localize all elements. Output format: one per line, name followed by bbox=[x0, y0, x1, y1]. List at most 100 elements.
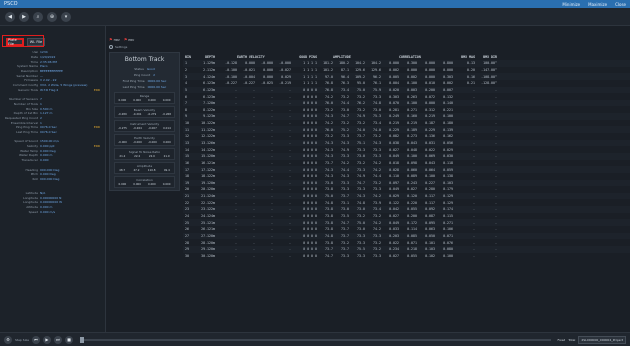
table-row[interactable]: 16 16.121m - - - - 0 0 0 0 73.7 74.2 73.2 74.2 0.01… bbox=[183, 160, 630, 167]
property-value[interactable]: 0.500 m bbox=[40, 107, 104, 111]
table-row[interactable]: 17 17.122m - - - - 0 0 0 0 74.3 74.4 73.3 74.2 0.02… bbox=[183, 166, 630, 173]
playback-settings-button[interactable]: ⚙ bbox=[4, 335, 12, 344]
skip-back-button[interactable]: ⏮ bbox=[31, 335, 40, 344]
property-value[interactable]: N/A bbox=[40, 191, 104, 195]
property-row: Ensemble Interval 1 bbox=[2, 120, 104, 125]
property-value[interactable]: 0.000 m/s bbox=[40, 210, 104, 214]
property-value[interactable]: 000.000 Deg bbox=[40, 177, 104, 181]
property-value[interactable]: W.T.R Flag 4 bbox=[40, 88, 94, 92]
column-header[interactable]: GOOD PING bbox=[291, 55, 317, 59]
dropdown-button[interactable]: ▾ bbox=[61, 11, 71, 22]
table-row[interactable]: 23 23.122m - - - - 0 0 0 0 73.8 73.0 73.0 73.4 0.04… bbox=[183, 206, 630, 213]
back-button[interactable]: ◀ bbox=[5, 11, 15, 22]
table-row[interactable]: 10 10.122m - - - - 0 0 0 0 74.2 73.2 73.2 73.4 0.21… bbox=[183, 120, 630, 127]
zoom-button[interactable]: ⊕ bbox=[47, 11, 57, 22]
property-value[interactable]: 7 bbox=[40, 97, 104, 101]
table-cell: 74.3 bbox=[325, 141, 333, 145]
flag-hrv[interactable]: ⚑ HRV bbox=[109, 37, 120, 42]
table-row[interactable]: 5 6.123m - - - - 0 0 0 0 76.8 73.4 75.0 75.9 0.020 0… bbox=[183, 86, 630, 94]
property-value[interactable]: 2:35:06 PM bbox=[40, 60, 104, 64]
property-value[interactable]: 0076.0 Sec bbox=[40, 130, 104, 134]
table-row[interactable]: 4 6.123m -0.227 -0.227 -0.025 -0.219 1 1 1 1 76… bbox=[183, 80, 630, 87]
slider-knob[interactable] bbox=[79, 336, 84, 343]
file-field[interactable]: 2SL000000_000004_Project bbox=[578, 335, 626, 344]
table-row[interactable]: 3 4.124m -0.100 -0.004 0.000 0.029 1 1 1 1 97.0… bbox=[183, 73, 630, 80]
table-row[interactable]: 30 30.120m - - - - 0 0 0 0 74.7 73.3 73.3 73.3 0.02… bbox=[183, 253, 630, 260]
property-value[interactable]: 1234 bbox=[40, 50, 104, 54]
stop-button[interactable]: ■ bbox=[64, 335, 73, 344]
property-value[interactable]: 0.000 Deg bbox=[40, 172, 104, 176]
table-row[interactable]: 1 1.129m -0.128 0.000 -0.000 -0.000 1 1 1 1 181… bbox=[183, 60, 630, 67]
search-button[interactable]: ⌕ bbox=[33, 11, 43, 22]
column-header[interactable]: EARTH VELOCITY bbox=[237, 55, 265, 59]
table-row[interactable]: 2 2.112m -0.100 -0.021 0.000 -0.027 1 1 1 1 101… bbox=[183, 67, 630, 74]
table-row[interactable]: 8 8.122m - - - - 0 0 0 0 73.2 73.0 73.2 73.0 0.281 0… bbox=[183, 106, 630, 113]
property-value[interactable]: — bbox=[40, 74, 104, 78]
table-cell: 11 bbox=[185, 127, 189, 132]
column-header[interactable]: CORRELATION bbox=[399, 55, 421, 59]
property-value[interactable]: 0.00000000 W bbox=[40, 200, 104, 204]
property-value[interactable]: 0.000 m bbox=[40, 153, 104, 157]
property-value[interactable]: 1 bbox=[40, 121, 104, 125]
property-value[interactable]: 2 bbox=[40, 116, 104, 120]
column-header[interactable]: AMPLITUDE bbox=[333, 55, 351, 59]
table-row[interactable]: 13 13.126m - - - - 0 0 0 0 74.3 74.3 75.1 74.3 0.03… bbox=[183, 139, 630, 147]
table-cell: 73.7 bbox=[357, 134, 365, 139]
column-header[interactable]: DEPTH bbox=[195, 55, 219, 59]
table-row[interactable]: 29 29.120m - - - - 0 0 0 0 73.7 73.7 75.5 73.2 0.23… bbox=[183, 245, 630, 253]
property-value[interactable]: 0.000 Deg bbox=[40, 149, 104, 153]
table-cell: 0.050 bbox=[425, 233, 435, 238]
property-value[interactable]: 0.00000000 N bbox=[40, 196, 104, 200]
table-row[interactable]: 25 25.121m - - - - 0 0 0 0 73.8 74.7 75.0 74.2 0.04… bbox=[183, 219, 630, 227]
table-row[interactable]: 11 11.122m - - - - 0 0 0 0 76.0 75.2 74.0 74.0 0.22… bbox=[183, 126, 630, 134]
table-row[interactable]: 15 15.120m - - - - 0 0 0 0 74.3 73.3 73.0 73.3 0.04… bbox=[183, 152, 630, 160]
table-row[interactable]: 14 14.122m - - - - 0 0 0 0 74.3 74.9 73.3 73.3 0.02… bbox=[183, 146, 630, 153]
forward-button[interactable]: ▶ bbox=[19, 11, 29, 22]
property-value[interactable]: 0.000 m bbox=[40, 205, 104, 209]
table-row[interactable]: 12 12.122m - - - - 0 0 0 0 73.2 73.3 73.7 73.2 0.08… bbox=[183, 133, 630, 140]
minimize-button[interactable]: Minimize bbox=[562, 2, 580, 7]
table-row[interactable]: 19 19.120m - - - - 0 0 0 0 73.8 73.3 74.7 73.2 0.09… bbox=[183, 179, 630, 187]
table-row[interactable]: 21 21.124m - - - - 0 0 0 0 75.0 73.7 74.3 74.2 0.02… bbox=[183, 192, 630, 200]
table-cell: 12 bbox=[185, 134, 189, 139]
close-button[interactable]: Close bbox=[615, 2, 626, 7]
property-value[interactable]: Pisco bbox=[40, 64, 104, 68]
playback-slider[interactable] bbox=[79, 336, 551, 343]
maximize-button[interactable]: Maximize bbox=[588, 2, 607, 7]
property-value[interactable]: 0.000 ppt bbox=[40, 144, 94, 148]
table-row[interactable]: 18 18.122m - - - - 0 0 0 0 74.3 74.3 74.9 74.4 0.11… bbox=[183, 173, 630, 180]
property-value[interactable]: 000.000 Deg bbox=[40, 168, 104, 172]
property-value[interactable]: VVX, 2 Wide, 5 Wings (preview) bbox=[40, 83, 104, 87]
play-button[interactable]: ▶ bbox=[42, 335, 51, 344]
property-value[interactable]: 1/29/2022 bbox=[40, 55, 104, 59]
table-row[interactable]: 6 6.123m - - - - 0 0 0 0 74.2 73.2 73.2 73.3 0.303 0… bbox=[183, 93, 630, 100]
table-row[interactable]: 20 20.120m - - - - 0 0 0 0 73.8 73.3 73.3 73.3 0.04… bbox=[183, 186, 630, 193]
settings-toggle[interactable]: Settings bbox=[107, 42, 182, 49]
property-value[interactable]: 1 bbox=[40, 102, 104, 106]
table-cell: 0.049 bbox=[389, 154, 399, 159]
table-row[interactable]: 22 22.122m - - - - 0 0 0 0 74.8 73.1 74.8 73.9 0.12… bbox=[183, 199, 630, 206]
property-value[interactable]: BEEEEEEEEEEE bbox=[40, 69, 104, 73]
table-cell: 0.179 bbox=[443, 187, 453, 192]
table-row[interactable]: 27 27.120m - - - - 0 0 0 0 74.8 73.7 73.3 73.3 0.20… bbox=[183, 232, 630, 240]
column-header[interactable]: BIN bbox=[183, 55, 195, 59]
table-row[interactable]: 9 9.123m - - - - 0 0 0 0 74.3 74.7 74.9 75.3 0.249 0… bbox=[183, 113, 630, 120]
table-row[interactable]: 28 28.120m - - - - 0 0 0 0 73.8 73.2 73.3 73.2 0.02… bbox=[183, 239, 630, 246]
flag-icon: ⚑ bbox=[123, 37, 128, 42]
table-cell: 73.7 bbox=[341, 247, 349, 252]
column-header[interactable]: BMX DIR bbox=[475, 55, 497, 59]
property-value[interactable]: 0076.0 Sec bbox=[40, 125, 94, 129]
skip-forward-button[interactable]: ⏭ bbox=[53, 335, 62, 344]
property-value[interactable]: 1.127 m bbox=[40, 111, 104, 115]
table-cell: 74.3 bbox=[373, 141, 381, 145]
property-row: Number of Sensors 7 bbox=[2, 97, 104, 102]
column-header[interactable]: BMX MAG bbox=[453, 55, 475, 59]
flag-prv[interactable]: ⚑ PRV bbox=[124, 37, 134, 42]
table-row[interactable]: 24 24.124m - - - - 0 0 0 0 73.8 73.5 73.2 73.2 0.02… bbox=[183, 213, 630, 220]
table-row[interactable]: 26 26.121m - - - - 0 0 0 0 73.8 73.7 73.0 74.2 0.03… bbox=[183, 226, 630, 233]
table-row[interactable]: 7 7.120m - - - - 0 0 0 0 76.0 74.4 76.2 74.8 0.070 0… bbox=[183, 99, 630, 107]
property-value[interactable]: 0.000 bbox=[40, 158, 104, 162]
property-value[interactable]: V 2.02 - 22 bbox=[40, 78, 104, 82]
property-value[interactable]: 1500.00 m/s bbox=[40, 139, 104, 143]
table-cell: - bbox=[495, 107, 497, 112]
